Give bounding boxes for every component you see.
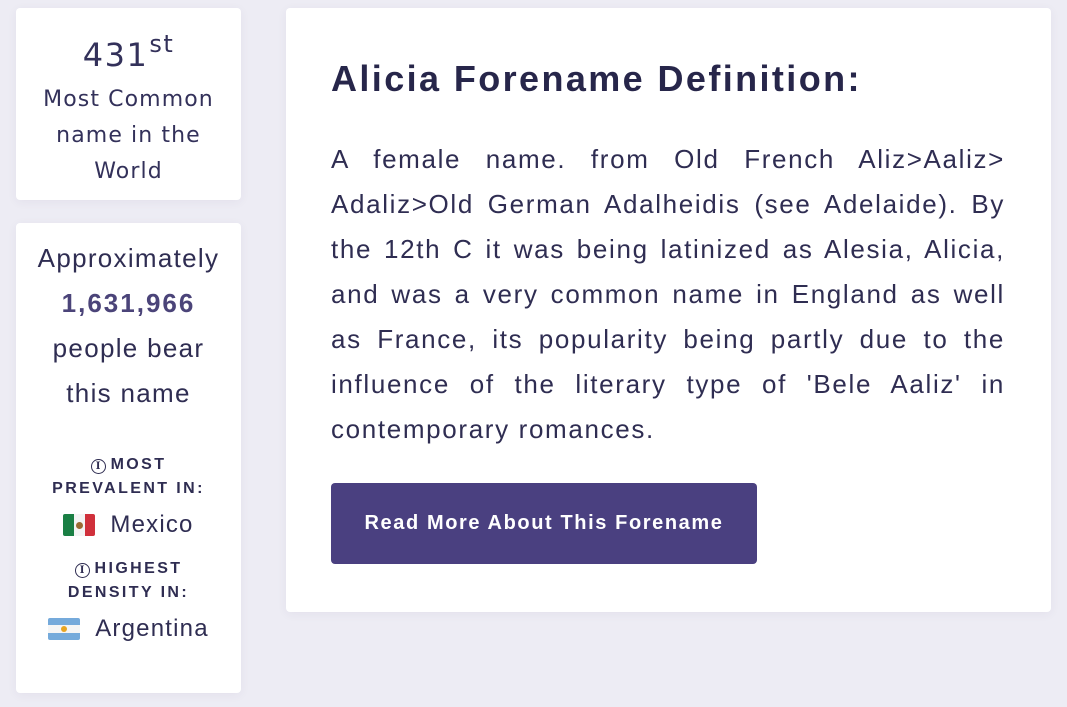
read-more-button[interactable]: Read More About This Forename (331, 483, 757, 564)
stats-card: Approximately 1,631,966 people bear this… (16, 223, 241, 693)
definition-title: Alicia Forename Definition: (331, 58, 862, 99)
most-prevalent-country-name[interactable]: Mexico (110, 511, 193, 539)
rank-number: 431st (16, 30, 241, 74)
argentina-flag-icon (48, 618, 81, 640)
highest-density-country[interactable]: Argentina (16, 615, 241, 643)
most-prevalent-label-line2: PREVALENT IN: (52, 480, 205, 497)
stat-suffix-line1: people bear (52, 333, 205, 363)
definition-body: A female name. from Old French Aliz>Aali… (331, 144, 1005, 444)
most-prevalent-label-line1: MOST (110, 456, 167, 473)
page: 431st Most Common name in the World Appr… (0, 0, 1067, 707)
definition-card: Alicia Forename Definition: A female nam… (286, 8, 1051, 612)
rank-suffix: st (149, 30, 175, 58)
stat-prefix: Approximately (37, 243, 220, 273)
most-prevalent-country[interactable]: Mexico (16, 511, 241, 539)
highest-density-country-name[interactable]: Argentina (95, 615, 209, 643)
rank-value: 431 (82, 36, 149, 74)
highest-density-label-line1: HIGHEST (94, 560, 183, 577)
stat-suffix-line2: this name (66, 378, 191, 408)
most-prevalent-label: i MOST PREVALENT IN: (16, 453, 241, 501)
info-icon[interactable]: i (74, 563, 90, 578)
highest-density-label-line2: DENSITY IN: (67, 584, 190, 601)
rank-caption: Most Common name in the World (43, 87, 214, 184)
bearer-count: 1,631,966 (61, 288, 196, 318)
mexico-flag-icon (63, 514, 96, 536)
rank-card: 431st Most Common name in the World (16, 8, 241, 200)
highest-density-label: i HIGHEST DENSITY IN: (16, 557, 241, 605)
info-icon[interactable]: i (90, 459, 106, 474)
